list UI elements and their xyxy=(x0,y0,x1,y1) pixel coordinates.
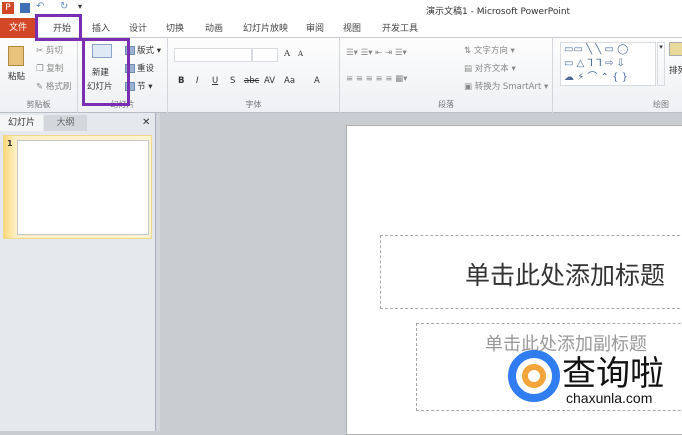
group-label-paragraph: 段落 xyxy=(438,100,454,109)
format-painter-button[interactable]: ✎ 格式刷 xyxy=(36,80,71,92)
group-font: A A B I U S abc AV Aa A 字体 xyxy=(168,38,340,113)
title-bar: P ↶ ↻ ▾ 演示文稿1 - Microsoft PowerPoint xyxy=(0,0,682,18)
align-buttons[interactable]: ≡ ≡ ≡ ≡ ≡ ▦▾ xyxy=(346,74,407,84)
paste-button[interactable]: 粘贴 xyxy=(8,70,25,82)
list-buttons[interactable]: ☰▾ ☰▾ ⇤ ⇥ ☰▾ xyxy=(346,48,407,58)
group-label-drawing: 绘图 xyxy=(653,100,669,109)
close-panel-icon[interactable]: ✕ xyxy=(142,117,150,128)
align-text-label: 对齐文本 xyxy=(474,64,509,74)
highlight-new-slide xyxy=(82,38,130,106)
tab-transitions[interactable]: 切换 xyxy=(166,21,184,34)
cut-button[interactable]: ✂ 剪切 xyxy=(36,44,63,56)
group-clipboard: 粘贴 ✂ 剪切 ❐ 复制 ✎ 格式刷 剪贴板 xyxy=(0,38,78,113)
grow-font-button[interactable]: A xyxy=(284,49,290,59)
slide-thumbnail-selected[interactable]: 1 xyxy=(3,135,152,239)
font-color-button[interactable]: A xyxy=(314,76,320,86)
group-paragraph: ☰▾ ☰▾ ⇤ ⇥ ☰▾ ≡ ≡ ≡ ≡ ≡ ▦▾ ⇅ 文字方向 ▾ ▤ 对齐文… xyxy=(340,38,553,113)
layout-label: 版式 xyxy=(137,46,155,56)
tab-animations[interactable]: 动画 xyxy=(205,21,223,34)
tab-outline-panel[interactable]: 大纲 xyxy=(44,115,87,131)
panel-splitter[interactable] xyxy=(156,113,160,431)
italic-button[interactable]: I xyxy=(196,76,199,86)
change-case-button[interactable]: Aa xyxy=(284,76,295,86)
underline-button[interactable]: U xyxy=(212,76,218,86)
redo-icon[interactable]: ↻ xyxy=(60,1,68,12)
group-label-clipboard: 剪贴板 xyxy=(26,100,51,109)
tab-slides-panel[interactable]: 幻灯片 xyxy=(0,115,43,131)
slides-panel: 幻灯片 大纲 ✕ 1 xyxy=(0,113,156,431)
group-drawing: ▭▭ ╲ ╲ ▭ ◯ ▭ △ ⅂ ⅂ ⇨ ⇩ ☁ ⚡ ⌒ ⌃ { } ▾ 排列 绘图 xyxy=(553,38,682,113)
shapes-gallery[interactable]: ▭▭ ╲ ╲ ▭ ◯ ▭ △ ⅂ ⅂ ⇨ ⇩ ☁ ⚡ ⌒ ⌃ { } xyxy=(560,42,656,86)
watermark: 查询啦 chaxunla.com xyxy=(508,346,682,416)
align-text-button[interactable]: ▤ 对齐文本 ▾ xyxy=(464,62,516,74)
tab-insert[interactable]: 插入 xyxy=(92,21,110,34)
tab-review[interactable]: 审阅 xyxy=(306,21,324,34)
font-family-dropdown[interactable] xyxy=(174,48,252,62)
watermark-brand: 查询啦 xyxy=(562,354,664,394)
title-placeholder-text: 单击此处添加标题 xyxy=(465,261,666,290)
copy-label: 复制 xyxy=(46,64,64,74)
slide-thumbnail xyxy=(17,140,149,235)
tab-slideshow[interactable]: 幻灯片放映 xyxy=(243,21,288,34)
arrange-icon xyxy=(669,42,682,56)
copy-button[interactable]: ❐ 复制 xyxy=(36,62,63,74)
text-direction-label: 文字方向 xyxy=(473,46,508,56)
watermark-logo-icon xyxy=(508,350,560,402)
bold-button[interactable]: B xyxy=(178,76,184,86)
text-direction-button[interactable]: ⇅ 文字方向 ▾ xyxy=(464,44,515,56)
section-label: 节 xyxy=(137,82,146,92)
layout-button[interactable]: 版式 ▾ xyxy=(125,44,161,56)
tab-design[interactable]: 设计 xyxy=(129,21,147,34)
quick-access-dropdown-icon[interactable]: ▾ xyxy=(78,2,82,11)
title-placeholder[interactable]: 单击此处添加标题 xyxy=(380,235,682,309)
watermark-domain: chaxunla.com xyxy=(566,390,653,406)
shadow-button[interactable]: S xyxy=(230,76,235,86)
group-label-font: 字体 xyxy=(245,100,262,109)
paste-icon xyxy=(8,46,24,66)
shapes-more-icon[interactable]: ▾ xyxy=(657,42,665,86)
tab-file[interactable]: 文件 xyxy=(0,18,36,38)
window-title: 演示文稿1 - Microsoft PowerPoint xyxy=(426,7,571,17)
smartart-button[interactable]: ▣ 转换为 SmartArt ▾ xyxy=(464,80,548,92)
arrange-button[interactable]: 排列 xyxy=(669,64,682,76)
tab-view[interactable]: 视图 xyxy=(343,21,361,34)
smartart-label: 转换为 SmartArt xyxy=(474,82,542,92)
shrink-font-button[interactable]: A xyxy=(298,50,303,58)
highlight-home-tab xyxy=(35,14,82,41)
tab-developer[interactable]: 开发工具 xyxy=(382,21,418,34)
ribbon-tabs: 文件 开始 插入 设计 切换 动画 幻灯片放映 审阅 视图 开发工具 xyxy=(0,18,682,38)
powerpoint-logo-icon: P xyxy=(2,2,14,14)
cut-label: 剪切 xyxy=(45,46,63,56)
char-spacing-button[interactable]: AV xyxy=(264,76,275,86)
slide-number: 1 xyxy=(7,139,13,148)
font-size-dropdown[interactable] xyxy=(252,48,278,62)
undo-icon[interactable]: ↶ xyxy=(36,1,44,12)
save-icon[interactable] xyxy=(20,3,30,13)
reset-label: 重设 xyxy=(137,64,155,74)
strikethrough-button[interactable]: abc xyxy=(244,76,259,86)
format-painter-label: 格式刷 xyxy=(45,82,72,92)
